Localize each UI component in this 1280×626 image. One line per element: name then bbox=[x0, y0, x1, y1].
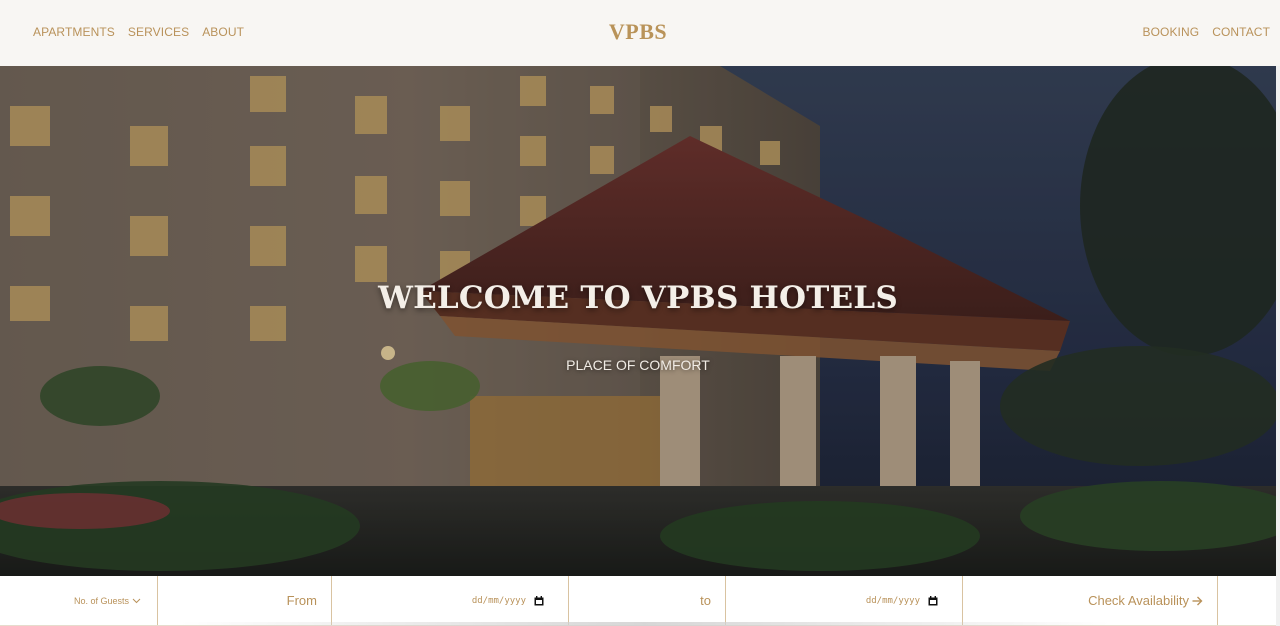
check-cell: Check Availability bbox=[963, 576, 1218, 625]
to-label-cell: to bbox=[569, 576, 726, 625]
to-date-placeholder: dd/mm/yyyy bbox=[865, 595, 920, 606]
from-label-cell: From bbox=[158, 576, 332, 625]
from-date-placeholder: dd/mm/yyyy bbox=[471, 595, 526, 606]
guests-select[interactable]: No. of Guests bbox=[74, 596, 141, 606]
scrollbar-gutter bbox=[1276, 66, 1280, 626]
chevron-down-icon bbox=[132, 598, 141, 603]
secondary-nav: BOOKING CONTACT bbox=[1142, 25, 1270, 39]
guests-cell: No. of Guests bbox=[0, 576, 158, 625]
booking-form: No. of Guests From dd/mm/yyyy to dd/mm/y… bbox=[0, 576, 1276, 626]
calendar-icon[interactable] bbox=[534, 595, 544, 606]
calendar-icon[interactable] bbox=[928, 595, 938, 606]
hero-overlay bbox=[0, 66, 1276, 576]
brand-logo[interactable]: VPBS bbox=[0, 19, 1276, 45]
from-date-cell: dd/mm/yyyy bbox=[332, 576, 569, 625]
from-date-input[interactable]: dd/mm/yyyy bbox=[471, 595, 544, 606]
arrow-right-icon bbox=[1192, 596, 1203, 605]
to-label: to bbox=[700, 593, 711, 608]
guests-select-label: No. of Guests bbox=[73, 595, 129, 606]
hero-subtitle: PLACE OF COMFORT bbox=[566, 357, 710, 373]
site-header: APARTMENTS SERVICES ABOUT VPBS BOOKING C… bbox=[0, 0, 1280, 66]
check-availability-label: Check Availability bbox=[1088, 593, 1189, 608]
booking-shadow bbox=[180, 622, 1110, 626]
hero-title: WELCOME TO VPBS HOTELS bbox=[378, 280, 898, 316]
booking-spacer bbox=[1218, 576, 1276, 625]
to-date-cell: dd/mm/yyyy bbox=[726, 576, 963, 625]
hero-banner: WELCOME TO VPBS HOTELS PLACE OF COMFORT bbox=[0, 66, 1276, 576]
nav-link-booking[interactable]: BOOKING bbox=[1142, 25, 1199, 39]
nav-link-contact[interactable]: CONTACT bbox=[1212, 25, 1270, 39]
to-date-input[interactable]: dd/mm/yyyy bbox=[865, 595, 938, 606]
from-label: From bbox=[286, 593, 317, 608]
check-availability-button[interactable]: Check Availability bbox=[1088, 593, 1203, 608]
